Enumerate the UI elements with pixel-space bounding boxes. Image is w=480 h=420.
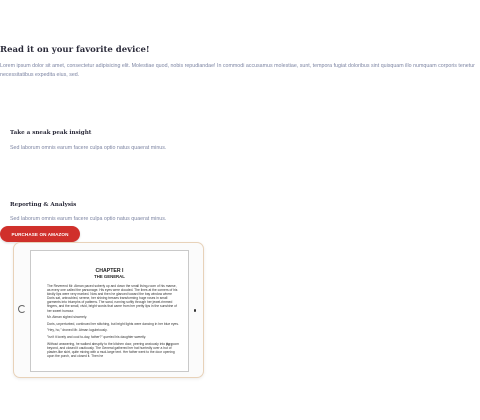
book-paragraph: "Isn't it lovely and cool to-day, father… — [47, 334, 147, 339]
tablet-device-mockup: CHAPTER I THE GENERAL The Reverend Mr. A… — [13, 242, 204, 378]
chapter-title: THE GENERAL — [94, 274, 125, 279]
camera-dot-icon — [193, 309, 196, 312]
home-button-icon — [18, 305, 26, 313]
book-paragraph: The Reverend Mr. Atman paced soberly up … — [47, 284, 178, 313]
feature-title-reporting: Reporting & Analysis — [10, 202, 77, 208]
book-paragraph: Doris, unperturbed, continued her stitch… — [47, 321, 179, 326]
book-paragraph: Mr. Atman sighed sincerely. — [47, 315, 88, 320]
purchase-on-amazon-button[interactable]: PURCHASE ON AMAZON — [0, 226, 80, 242]
ebook-page-preview: CHAPTER I THE GENERAL The Reverend Mr. A… — [30, 250, 189, 372]
feature-text-reporting: Sed laborum omnis earum facere culpa opt… — [10, 216, 167, 222]
book-paragraph: "Hey, ho," droned Mr. Atman lugubriously… — [47, 328, 108, 333]
intro-paragraph: Lorem ipsum dolor sit amet, consectetur … — [0, 63, 475, 78]
feature-title-sneak-peak: Take a sneak peak insight — [10, 130, 92, 136]
feature-text-sneak-peak: Sed laborum omnis earum facere culpa opt… — [10, 145, 167, 151]
page-number: Pk 5 — [166, 343, 173, 347]
section-headline: Read it on your favorite device! — [0, 45, 150, 55]
book-paragraph: Without answering, he walked abruptly to… — [47, 341, 179, 358]
